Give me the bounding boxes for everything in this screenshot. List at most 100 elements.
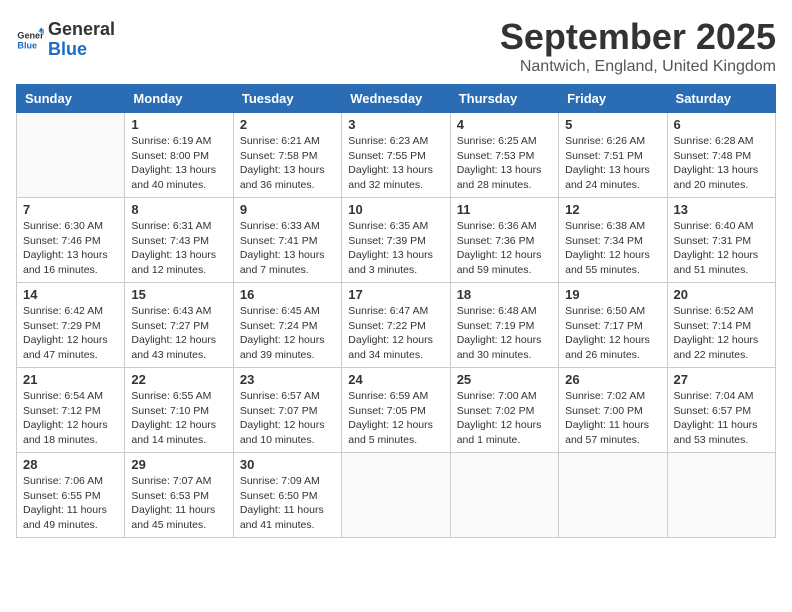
day-number: 5 — [565, 117, 660, 132]
day-number: 8 — [131, 202, 226, 217]
calendar-cell: 11 Sunrise: 6:36 AM Sunset: 7:36 PM Dayli… — [450, 198, 558, 283]
svg-text:Blue: Blue — [17, 40, 37, 50]
day-number: 11 — [457, 202, 552, 217]
calendar-cell: 27 Sunrise: 7:04 AM Sunset: 6:57 PM Dayli… — [667, 368, 775, 453]
calendar-cell: 19 Sunrise: 6:50 AM Sunset: 7:17 PM Dayli… — [559, 283, 667, 368]
week-row-4: 21 Sunrise: 6:54 AM Sunset: 7:12 PM Dayli… — [17, 368, 776, 453]
calendar-cell: 2 Sunrise: 6:21 AM Sunset: 7:58 PM Daylig… — [233, 113, 341, 198]
day-number: 15 — [131, 287, 226, 302]
day-info: Sunrise: 6:28 AM Sunset: 7:48 PM Dayligh… — [674, 134, 769, 193]
day-number: 16 — [240, 287, 335, 302]
day-number: 10 — [348, 202, 443, 217]
calendar-cell: 15 Sunrise: 6:43 AM Sunset: 7:27 PM Dayli… — [125, 283, 233, 368]
day-info: Sunrise: 6:40 AM Sunset: 7:31 PM Dayligh… — [674, 219, 769, 278]
day-number: 20 — [674, 287, 769, 302]
calendar-cell: 24Sunrise: 6:59 AM Sunset: 7:05 PM Dayli… — [342, 368, 450, 453]
day-info: Sunrise: 6:52 AM Sunset: 7:14 PM Dayligh… — [674, 304, 769, 363]
day-info: Sunrise: 6:23 AM Sunset: 7:55 PM Dayligh… — [348, 134, 443, 193]
calendar-cell: 10 Sunrise: 6:35 AM Sunset: 7:39 PM Dayli… — [342, 198, 450, 283]
day-info: Sunrise: 6:54 AM Sunset: 7:12 PM Dayligh… — [23, 389, 118, 448]
day-info: Sunrise: 6:19 AM Sunset: 8:00 PM Dayligh… — [131, 134, 226, 193]
svg-text:General: General — [17, 30, 44, 40]
day-number: 18 — [457, 287, 552, 302]
weekday-header-saturday: Saturday — [667, 85, 775, 113]
calendar-cell: 22 Sunrise: 6:55 AM Sunset: 7:10 PM Dayli… — [125, 368, 233, 453]
day-info: Sunrise: 6:25 AM Sunset: 7:53 PM Dayligh… — [457, 134, 552, 193]
calendar-cell: 12 Sunrise: 6:38 AM Sunset: 7:34 PM Dayli… — [559, 198, 667, 283]
calendar-cell: 28Sunrise: 7:06 AM Sunset: 6:55 PM Dayli… — [17, 453, 125, 538]
day-info: Sunrise: 6:48 AM Sunset: 7:19 PM Dayligh… — [457, 304, 552, 363]
day-info: Sunrise: 7:09 AM Sunset: 6:50 PM Dayligh… — [240, 474, 335, 533]
calendar-cell: 18 Sunrise: 6:48 AM Sunset: 7:19 PM Dayli… — [450, 283, 558, 368]
weekday-header-friday: Friday — [559, 85, 667, 113]
day-number: 27 — [674, 372, 769, 387]
week-row-1: 1 Sunrise: 6:19 AM Sunset: 8:00 PM Daylig… — [17, 113, 776, 198]
day-number: 29 — [131, 457, 226, 472]
calendar-cell — [17, 113, 125, 198]
month-title: September 2025 — [500, 16, 776, 58]
day-number: 21 — [23, 372, 118, 387]
weekday-header-thursday: Thursday — [450, 85, 558, 113]
calendar-cell — [667, 453, 775, 538]
day-number: 2 — [240, 117, 335, 132]
day-info: Sunrise: 6:57 AM Sunset: 7:07 PM Dayligh… — [240, 389, 335, 448]
day-number: 4 — [457, 117, 552, 132]
logo-text-general: General — [48, 20, 115, 40]
weekday-header-wednesday: Wednesday — [342, 85, 450, 113]
calendar-cell: 16 Sunrise: 6:45 AM Sunset: 7:24 PM Dayli… — [233, 283, 341, 368]
calendar-cell: 21 Sunrise: 6:54 AM Sunset: 7:12 PM Dayli… — [17, 368, 125, 453]
day-number: 23 — [240, 372, 335, 387]
day-number: 6 — [674, 117, 769, 132]
calendar-cell: 25 Sunrise: 7:00 AM Sunset: 7:02 PM Dayli… — [450, 368, 558, 453]
calendar-cell — [450, 453, 558, 538]
calendar-cell: 29 Sunrise: 7:07 AM Sunset: 6:53 PM Dayli… — [125, 453, 233, 538]
day-info: Sunrise: 7:07 AM Sunset: 6:53 PM Dayligh… — [131, 474, 226, 533]
logo-icon: General Blue — [16, 26, 44, 54]
location-title: Nantwich, England, United Kingdom — [500, 58, 776, 76]
calendar-cell: 30 Sunrise: 7:09 AM Sunset: 6:50 PM Dayli… — [233, 453, 341, 538]
calendar-cell: 26 Sunrise: 7:02 AM Sunset: 7:00 PM Dayli… — [559, 368, 667, 453]
title-block: September 2025 Nantwich, England, United… — [500, 16, 776, 76]
day-info: Sunrise: 7:04 AM Sunset: 6:57 PM Dayligh… — [674, 389, 769, 448]
logo-text-blue: Blue — [48, 40, 115, 60]
day-info: Sunrise: 6:35 AM Sunset: 7:39 PM Dayligh… — [348, 219, 443, 278]
day-info: Sunrise: 6:43 AM Sunset: 7:27 PM Dayligh… — [131, 304, 226, 363]
day-number: 3 — [348, 117, 443, 132]
day-info: Sunrise: 6:55 AM Sunset: 7:10 PM Dayligh… — [131, 389, 226, 448]
week-row-2: 7Sunrise: 6:30 AM Sunset: 7:46 PM Daylig… — [17, 198, 776, 283]
day-info: Sunrise: 6:21 AM Sunset: 7:58 PM Dayligh… — [240, 134, 335, 193]
day-number: 30 — [240, 457, 335, 472]
day-number: 25 — [457, 372, 552, 387]
day-info: Sunrise: 6:45 AM Sunset: 7:24 PM Dayligh… — [240, 304, 335, 363]
day-number: 12 — [565, 202, 660, 217]
day-info: Sunrise: 6:42 AM Sunset: 7:29 PM Dayligh… — [23, 304, 118, 363]
calendar-cell: 3 Sunrise: 6:23 AM Sunset: 7:55 PM Daylig… — [342, 113, 450, 198]
day-info: Sunrise: 6:38 AM Sunset: 7:34 PM Dayligh… — [565, 219, 660, 278]
day-number: 26 — [565, 372, 660, 387]
day-number: 7 — [23, 202, 118, 217]
day-number: 22 — [131, 372, 226, 387]
calendar-cell — [559, 453, 667, 538]
day-info: Sunrise: 6:50 AM Sunset: 7:17 PM Dayligh… — [565, 304, 660, 363]
calendar-cell: 5Sunrise: 6:26 AM Sunset: 7:51 PM Daylig… — [559, 113, 667, 198]
weekday-header-row: SundayMondayTuesdayWednesdayThursdayFrid… — [17, 85, 776, 113]
calendar-cell: 9Sunrise: 6:33 AM Sunset: 7:41 PM Daylig… — [233, 198, 341, 283]
day-number: 24 — [348, 372, 443, 387]
calendar-cell: 8Sunrise: 6:31 AM Sunset: 7:43 PM Daylig… — [125, 198, 233, 283]
day-number: 14 — [23, 287, 118, 302]
weekday-header-sunday: Sunday — [17, 85, 125, 113]
calendar-cell: 13 Sunrise: 6:40 AM Sunset: 7:31 PM Dayli… — [667, 198, 775, 283]
day-number: 9 — [240, 202, 335, 217]
day-number: 13 — [674, 202, 769, 217]
day-info: Sunrise: 6:36 AM Sunset: 7:36 PM Dayligh… — [457, 219, 552, 278]
calendar-cell: 7Sunrise: 6:30 AM Sunset: 7:46 PM Daylig… — [17, 198, 125, 283]
day-number: 1 — [131, 117, 226, 132]
day-info: Sunrise: 7:00 AM Sunset: 7:02 PM Dayligh… — [457, 389, 552, 448]
calendar-cell: 14 Sunrise: 6:42 AM Sunset: 7:29 PM Dayli… — [17, 283, 125, 368]
calendar-cell: 6 Sunrise: 6:28 AM Sunset: 7:48 PM Daylig… — [667, 113, 775, 198]
day-info: Sunrise: 7:02 AM Sunset: 7:00 PM Dayligh… — [565, 389, 660, 448]
day-number: 17 — [348, 287, 443, 302]
day-number: 19 — [565, 287, 660, 302]
week-row-3: 14 Sunrise: 6:42 AM Sunset: 7:29 PM Dayli… — [17, 283, 776, 368]
calendar-cell: 17Sunrise: 6:47 AM Sunset: 7:22 PM Dayli… — [342, 283, 450, 368]
